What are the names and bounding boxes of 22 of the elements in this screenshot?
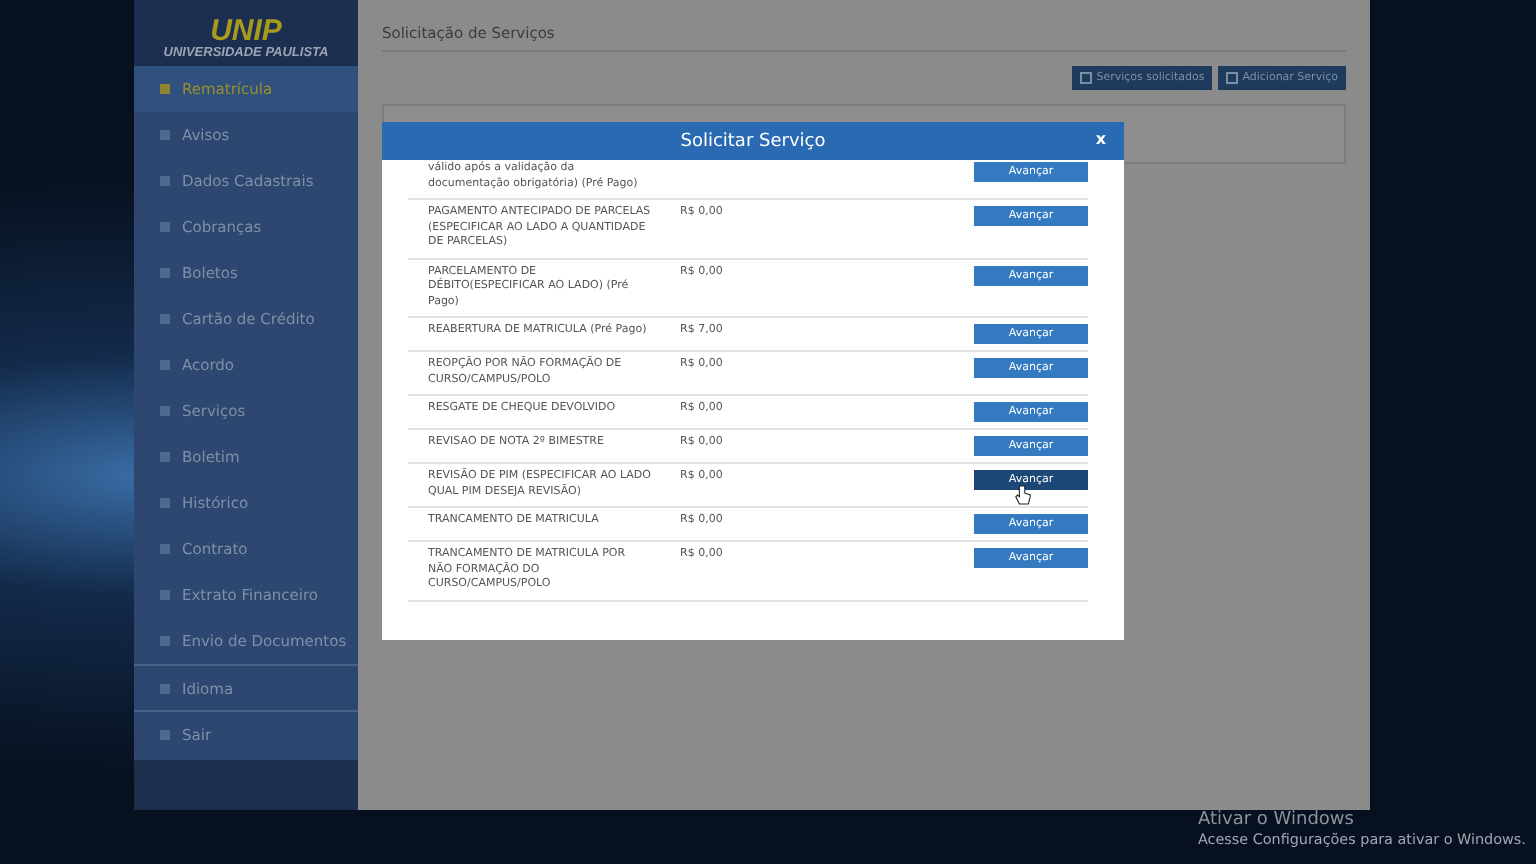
square-icon: [160, 406, 170, 416]
square-icon: [160, 84, 170, 94]
list-icon: [1226, 72, 1239, 84]
square-icon: [160, 590, 170, 600]
square-icon: [160, 636, 170, 646]
hand-cursor-icon: [1014, 484, 1032, 506]
modal-title: Solicitar Serviço: [680, 131, 826, 151]
square-icon: [160, 498, 170, 508]
square-icon: [160, 222, 170, 232]
square-icon: [160, 544, 170, 554]
square-icon: [160, 130, 170, 140]
activation-title: Ativar o Windows: [1198, 810, 1356, 830]
square-icon: [160, 683, 170, 693]
square-icon: [160, 314, 170, 324]
logo-title: UNIP: [210, 18, 282, 46]
square-icon: [160, 268, 170, 278]
list-icon: [1080, 72, 1093, 84]
square-icon: [160, 176, 170, 186]
square-icon: [160, 452, 170, 462]
square-icon: [160, 729, 170, 739]
square-icon: [160, 360, 170, 370]
close-button[interactable]: x: [1089, 128, 1112, 150]
